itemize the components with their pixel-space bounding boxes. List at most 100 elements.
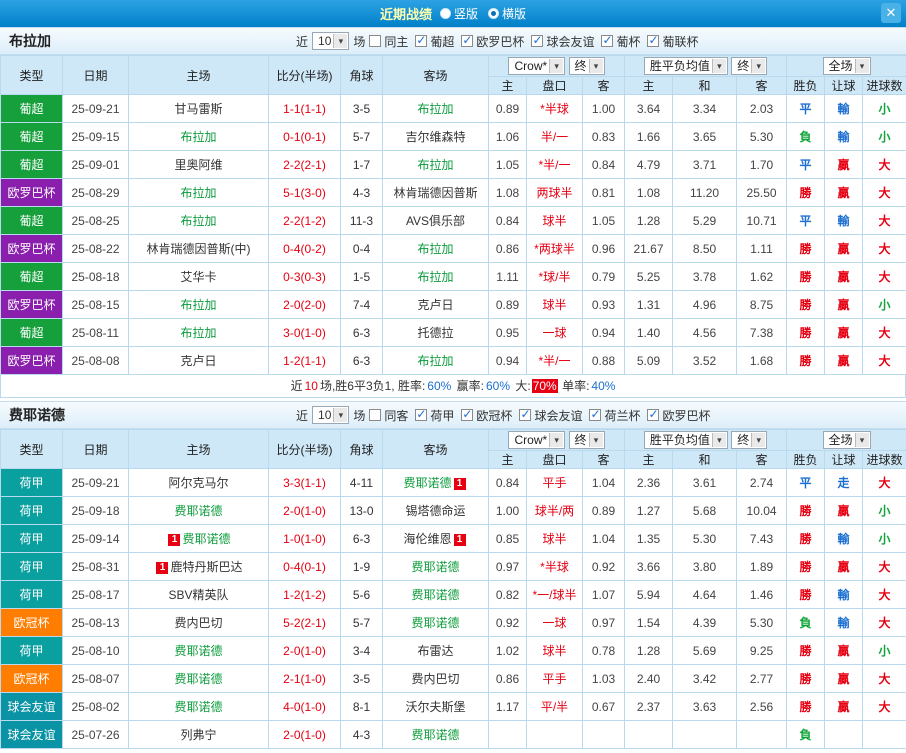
checkbox-icon[interactable] — [531, 35, 543, 47]
league-filter-checkbox[interactable]: 葡杯 — [601, 33, 640, 50]
odds-source-select[interactable]: Crow* — [508, 57, 565, 75]
layout-radio[interactable]: 竖版 — [440, 5, 478, 22]
league-filter-checkbox[interactable]: 荷兰杯 — [589, 407, 640, 424]
handicap-result-badge: 贏 — [825, 665, 863, 693]
euro-time-select[interactable]: 终 — [731, 431, 767, 449]
team-link[interactable]: 列弗宁 — [180, 728, 216, 742]
checkbox-icon[interactable] — [461, 35, 473, 47]
league-filter-checkbox[interactable]: 球会友谊 — [519, 407, 582, 424]
checkbox-icon[interactable] — [647, 35, 659, 47]
team-link[interactable]: 费内巴切 — [411, 672, 459, 686]
odds-source-select[interactable]: Crow* — [508, 431, 565, 449]
team-link[interactable]: AVS俱乐部 — [406, 214, 465, 228]
league-filter-checkbox[interactable]: 欧罗巴杯 — [647, 407, 710, 424]
team-link[interactable]: 艾华卡 — [180, 270, 216, 284]
team-link[interactable]: 锡塔德命运 — [405, 504, 465, 518]
team-link[interactable]: SBV精英队 — [168, 588, 228, 602]
euro-source-select[interactable]: 胜平负均值 — [644, 57, 728, 75]
euro-source-select[interactable]: 胜平负均值 — [644, 431, 728, 449]
team-link[interactable]: 林肯瑞德因普斯 — [393, 186, 477, 200]
team-link[interactable]: 费耶诺德 — [182, 532, 230, 546]
team-link[interactable]: 费耶诺德 — [403, 476, 451, 490]
league-filter-checkbox[interactable]: 同客 — [369, 407, 408, 424]
league-filter-checkbox[interactable]: 葡联杯 — [647, 33, 698, 50]
asian-handicap — [527, 721, 583, 749]
odds-time-select[interactable]: 终 — [569, 57, 605, 75]
team-link[interactable]: 托德拉 — [417, 326, 453, 340]
euro-odds-away: 1.70 — [737, 151, 787, 179]
team-link[interactable]: 布雷达 — [417, 644, 453, 658]
team-link[interactable]: 布拉加 — [180, 186, 216, 200]
team-link[interactable]: 鹿特丹斯巴达 — [170, 560, 242, 574]
checkbox-icon[interactable] — [647, 409, 659, 421]
checkbox-icon[interactable] — [601, 35, 613, 47]
home-team-cell: 1鹿特丹斯巴达 — [129, 553, 269, 581]
team-link[interactable]: 布拉加 — [180, 326, 216, 340]
games-count-select[interactable]: 10 — [312, 406, 349, 424]
match-row: 荷甲25-09-18费耶诺德2-0(1-0)13-0锡塔德命运1.00球半/两0… — [1, 497, 906, 525]
team-link[interactable]: 费耶诺德 — [411, 560, 459, 574]
asian-odds-home: 0.84 — [489, 469, 527, 497]
team-link[interactable]: 甘马雷斯 — [174, 102, 222, 116]
checkbox-icon[interactable] — [461, 409, 473, 421]
team-link[interactable]: 布拉加 — [417, 354, 453, 368]
team-link[interactable]: 费耶诺德 — [174, 700, 222, 714]
checkbox-icon[interactable] — [415, 409, 427, 421]
team-link[interactable]: 克卢日 — [417, 298, 453, 312]
team-link[interactable]: 布拉加 — [417, 102, 453, 116]
match-date: 25-08-11 — [63, 319, 129, 347]
handicap-result-badge: 贏 — [825, 693, 863, 721]
goals-badge: 大 — [863, 319, 906, 347]
radio-icon[interactable] — [440, 8, 451, 19]
league-filter-checkbox[interactable]: 欧冠杯 — [461, 407, 512, 424]
asian-handicap: 球半 — [527, 525, 583, 553]
team-link[interactable]: 费耶诺德 — [174, 504, 222, 518]
team-link[interactable]: 布拉加 — [180, 214, 216, 228]
asian-odds-away: 0.93 — [583, 291, 625, 319]
league-filter-checkbox[interactable]: 荷甲 — [415, 407, 454, 424]
match-row: 荷甲25-08-10费耶诺德2-0(1-0)3-4布雷达1.02球半0.781.… — [1, 637, 906, 665]
team-link[interactable]: 沃尔夫斯堡 — [405, 700, 465, 714]
team-link[interactable]: 费耶诺德 — [174, 672, 222, 686]
odds-time-select[interactable]: 终 — [569, 431, 605, 449]
team-link[interactable]: 布拉加 — [417, 158, 453, 172]
checkbox-icon[interactable] — [369, 35, 381, 47]
league-filter-checkbox[interactable]: 葡超 — [415, 33, 454, 50]
team-link[interactable]: 费内巴切 — [174, 616, 222, 630]
team-link[interactable]: 布拉加 — [180, 130, 216, 144]
team-link[interactable]: 布拉加 — [417, 270, 453, 284]
layout-radio[interactable]: 横版 — [488, 5, 526, 22]
team-link[interactable]: 费耶诺德 — [174, 644, 222, 658]
team-link[interactable]: 里奥阿维 — [174, 158, 222, 172]
team-link[interactable]: 布拉加 — [180, 298, 216, 312]
euro-odds-draw: 4.39 — [673, 609, 737, 637]
euro-time-select[interactable]: 终 — [731, 57, 767, 75]
checkbox-icon[interactable] — [369, 409, 381, 421]
team-link[interactable]: 林肯瑞德因普斯(中) — [147, 242, 251, 256]
checkbox-icon[interactable] — [519, 409, 531, 421]
games-count-select[interactable]: 10 — [312, 32, 349, 50]
league-filter-checkbox[interactable]: 球会友谊 — [531, 33, 594, 50]
team-link[interactable]: 阿尔克马尔 — [168, 476, 228, 490]
filter-near-label: 近 — [296, 407, 308, 424]
close-icon[interactable]: ✕ — [881, 3, 901, 23]
team-link[interactable]: 费耶诺德 — [411, 588, 459, 602]
league-filter-checkbox[interactable]: 欧罗巴杯 — [461, 33, 524, 50]
team-link[interactable]: 克卢日 — [180, 354, 216, 368]
scope-select[interactable]: 全场 — [823, 431, 871, 449]
radio-icon[interactable] — [488, 8, 499, 19]
team-link[interactable]: 吉尔维森特 — [405, 130, 465, 144]
team-link[interactable]: 布拉加 — [417, 242, 453, 256]
team-link[interactable]: 费耶诺德 — [411, 616, 459, 630]
away-team-cell: 布拉加 — [383, 347, 489, 375]
team-link[interactable]: 海伦维恩 — [403, 532, 451, 546]
checkbox-icon[interactable] — [589, 409, 601, 421]
scope-select[interactable]: 全场 — [823, 57, 871, 75]
team-link[interactable]: 费耶诺德 — [411, 728, 459, 742]
away-team-cell: 林肯瑞德因普斯 — [383, 179, 489, 207]
checkbox-icon[interactable] — [415, 35, 427, 47]
league-filter-checkbox[interactable]: 同主 — [369, 33, 408, 50]
match-date: 25-07-26 — [63, 721, 129, 749]
match-date: 25-08-10 — [63, 637, 129, 665]
match-date: 25-08-02 — [63, 693, 129, 721]
